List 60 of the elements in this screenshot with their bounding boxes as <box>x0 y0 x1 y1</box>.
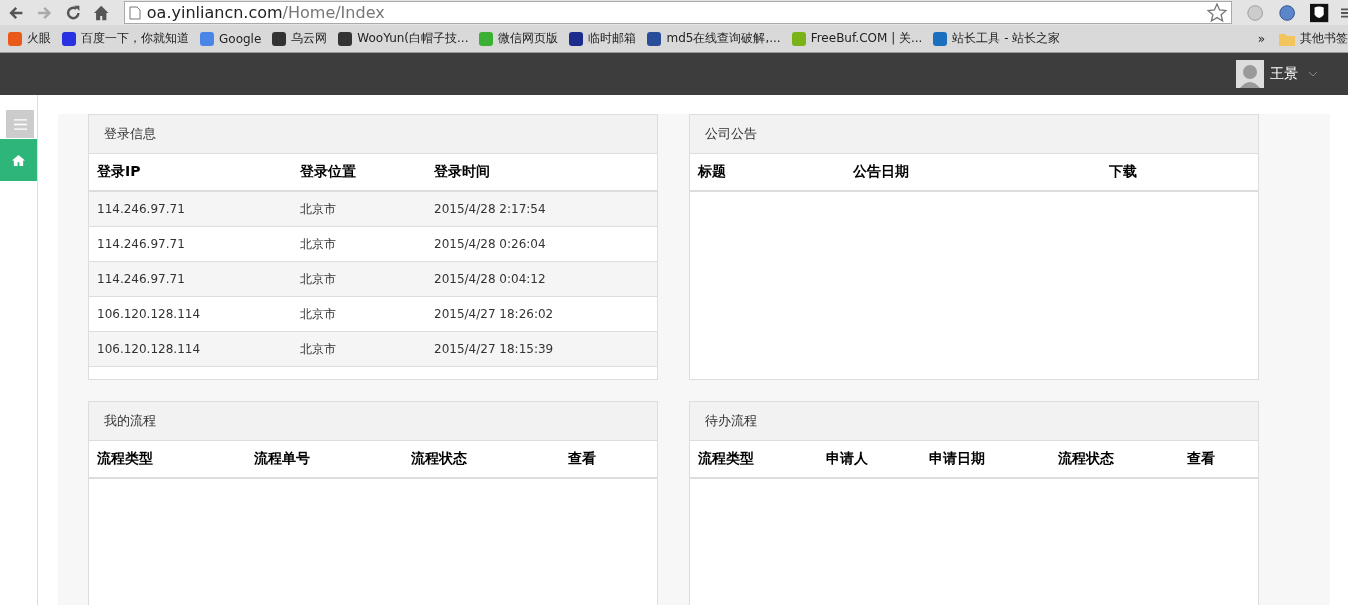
overflow-chevron[interactable]: » <box>1257 31 1265 46</box>
menu-icon <box>12 117 28 131</box>
star-icon[interactable] <box>1206 2 1227 23</box>
bookmark-link[interactable]: 站长工具 - 站长之家 <box>933 30 1061 47</box>
bookmark-link[interactable]: FreeBuf.COM | 关... <box>791 30 923 47</box>
column-header: 登录位置 <box>300 163 357 181</box>
table-cell-text: 106.120.128.114 <box>97 342 202 356</box>
column-header: 查看 <box>568 450 597 468</box>
avatar-icon <box>1236 60 1264 88</box>
table-cell-text: 114.246.97.71 <box>97 202 186 216</box>
table-cell-text: 2015/4/27 18:26:02 <box>434 307 555 321</box>
column-header: 标题 <box>698 163 727 181</box>
bookmark-link[interactable]: 百度一下，你就知道 <box>62 30 189 47</box>
address-bar[interactable]: oa.yinliancn.com/Home/Index <box>123 1 1232 24</box>
page-icon <box>128 5 141 20</box>
table-cell-text: 114.246.97.71 <box>97 272 186 286</box>
table-cell-text: 2015/4/28 2:17:54 <box>434 202 547 216</box>
column-header: 流程状态 <box>1058 450 1115 468</box>
table-cell-text: 北京市 <box>300 270 337 288</box>
panel-title: 待办流程 <box>690 402 1258 441</box>
table-cell-text: 106.120.128.114 <box>97 307 202 321</box>
column-header: 流程类型 <box>97 450 154 468</box>
column-header: 查看 <box>1187 450 1216 468</box>
home-nav-button[interactable] <box>0 139 37 181</box>
bookmark-link[interactable]: 临时邮箱 <box>569 30 637 47</box>
column-header: 流程状态 <box>411 450 468 468</box>
column-header: 下载 <box>1109 163 1138 181</box>
table-cell-text: 北京市 <box>300 200 337 218</box>
column-header: 申请日期 <box>929 450 986 468</box>
reload-icon[interactable] <box>64 3 82 22</box>
bookmark-link[interactable]: WooYun(白帽子技... <box>338 30 469 47</box>
column-header: 登录IP <box>97 163 142 181</box>
table-cell-text: 114.246.97.71 <box>97 237 186 251</box>
panel-title: 我的流程 <box>89 402 657 441</box>
url-text: oa.yinliancn.com/Home/Index <box>146 3 386 22</box>
bookmark-link[interactable]: 乌云网 <box>272 30 328 47</box>
panel-title: 公司公告 <box>690 115 1258 154</box>
home-icon <box>11 153 26 167</box>
bookmark-link[interactable]: 微信网页版 <box>479 30 559 47</box>
table-cell-text: 北京市 <box>300 235 337 253</box>
table-cell-text: 北京市 <box>300 305 337 323</box>
bookmark-link[interactable]: 火眼 <box>8 30 51 47</box>
folder-icon <box>1279 31 1295 46</box>
bookmark-link[interactable]: Google <box>200 31 262 46</box>
chevron-down-icon <box>1308 71 1318 77</box>
column-header: 公告日期 <box>853 163 910 181</box>
table-cell-text: 2015/4/28 0:26:04 <box>434 237 547 251</box>
column-header: 申请人 <box>826 450 869 468</box>
panel-title: 登录信息 <box>89 115 657 154</box>
table-cell-text: 北京市 <box>300 340 337 358</box>
menu-toggle-button[interactable] <box>6 110 34 138</box>
other-bookmarks-folder[interactable]: 其他书签 <box>1279 30 1348 47</box>
user-menu[interactable]: 王景 <box>1236 60 1318 88</box>
table-cell-text: 2015/4/28 0:04:12 <box>434 272 547 286</box>
column-header: 流程单号 <box>254 450 311 468</box>
column-header: 流程类型 <box>698 450 755 468</box>
home-icon[interactable] <box>93 3 110 22</box>
table-cell-text: 2015/4/27 18:15:39 <box>434 342 555 356</box>
column-header: 登录时间 <box>434 163 491 181</box>
bookmark-link[interactable]: md5在线查询破解,... <box>647 30 781 47</box>
